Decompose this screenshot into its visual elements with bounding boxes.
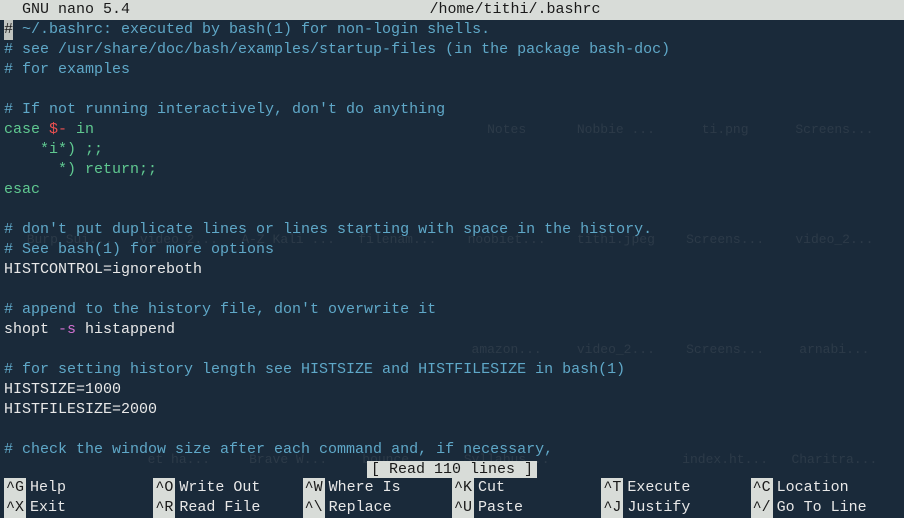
- code-line[interactable]: HISTFILESIZE=2000: [4, 400, 900, 420]
- code-line[interactable]: # ~/.bashrc: executed by bash(1) for non…: [4, 20, 900, 40]
- code-line[interactable]: case $- in: [4, 120, 900, 140]
- code-segment: in: [67, 121, 94, 138]
- code-segment: #: [4, 20, 13, 40]
- code-line[interactable]: [4, 200, 900, 220]
- code-segment: ;;: [139, 161, 157, 178]
- shortcut-key: ^K: [452, 478, 474, 498]
- code-segment: esac: [4, 181, 40, 198]
- shortcut-item[interactable]: ^/Go To Line: [751, 498, 900, 518]
- shortcut-key: ^W: [303, 478, 325, 498]
- code-segment: # for setting history length see HISTSIZ…: [4, 361, 625, 378]
- code-line[interactable]: # for examples: [4, 60, 900, 80]
- code-segment: -s: [58, 321, 76, 338]
- shortcut-key: ^/: [751, 498, 773, 518]
- code-segment: # don't put duplicate lines or lines sta…: [4, 221, 652, 238]
- code-line[interactable]: [4, 420, 900, 440]
- shortcut-label: Read File: [175, 498, 260, 518]
- code-segment: $-: [49, 121, 67, 138]
- status-line: [ Read 110 lines ]: [0, 460, 904, 480]
- code-segment: case: [4, 121, 49, 138]
- code-segment: HISTSIZE=1000: [4, 381, 121, 398]
- code-segment: # see /usr/share/doc/bash/examples/start…: [4, 41, 670, 58]
- code-segment: histappend: [76, 321, 175, 338]
- code-line[interactable]: esac: [4, 180, 900, 200]
- code-line[interactable]: HISTSIZE=1000: [4, 380, 900, 400]
- code-segment: HISTFILESIZE=2000: [4, 401, 157, 418]
- shortcut-label: Replace: [325, 498, 392, 518]
- code-line[interactable]: shopt -s histappend: [4, 320, 900, 340]
- shortcut-label: Go To Line: [773, 498, 867, 518]
- code-line[interactable]: [4, 80, 900, 100]
- app-name: GNU nano 5.4: [4, 0, 130, 20]
- code-line[interactable]: # See bash(1) for more options: [4, 240, 900, 260]
- shortcut-item[interactable]: ^\Replace: [303, 498, 452, 518]
- shortcut-item[interactable]: ^TExecute: [601, 478, 750, 498]
- code-line[interactable]: *i*) ;;: [4, 140, 900, 160]
- shortcut-key: ^R: [153, 498, 175, 518]
- shortcut-label: Execute: [623, 478, 690, 498]
- code-segment: ~/.bashrc: executed by bash(1) for non-l…: [13, 21, 490, 38]
- code-line[interactable]: [4, 280, 900, 300]
- code-line[interactable]: [4, 340, 900, 360]
- code-line[interactable]: # for setting history length see HISTSIZ…: [4, 360, 900, 380]
- code-line[interactable]: # see /usr/share/doc/bash/examples/start…: [4, 40, 900, 60]
- shortcut-item[interactable]: ^JJustify: [601, 498, 750, 518]
- shortcut-item[interactable]: ^WWhere Is: [303, 478, 452, 498]
- code-segment: HISTCONTROL=ignoreboth: [4, 261, 202, 278]
- shortcut-label: Exit: [26, 498, 66, 518]
- shortcut-item[interactable]: ^CLocation: [751, 478, 900, 498]
- shortcut-key: ^X: [4, 498, 26, 518]
- shortcut-key: ^C: [751, 478, 773, 498]
- code-segment: # for examples: [4, 61, 130, 78]
- code-line[interactable]: # If not running interactively, don't do…: [4, 100, 900, 120]
- code-segment: shopt: [4, 321, 58, 338]
- shortcut-item[interactable]: ^RRead File: [153, 498, 302, 518]
- code-line[interactable]: HISTCONTROL=ignoreboth: [4, 260, 900, 280]
- shortcut-bar: ^GHelp^OWrite Out^WWhere Is^KCut^TExecut…: [0, 478, 904, 518]
- code-segment: # If not running interactively, don't do…: [4, 101, 445, 118]
- code-line[interactable]: # check the window size after each comma…: [4, 440, 900, 460]
- nano-titlebar: GNU nano 5.4 /home/tithi/.bashrc: [0, 0, 904, 20]
- shortcut-item[interactable]: ^OWrite Out: [153, 478, 302, 498]
- shortcut-key: ^T: [601, 478, 623, 498]
- shortcut-key: ^\: [303, 498, 325, 518]
- code-segment: [4, 161, 58, 178]
- status-message: [ Read 110 lines ]: [367, 461, 537, 478]
- shortcut-label: Help: [26, 478, 66, 498]
- code-segment: return: [85, 161, 139, 178]
- code-segment: # append to the history file, don't over…: [4, 301, 436, 318]
- code-segment: *i*) ;;: [40, 141, 103, 158]
- code-line[interactable]: # append to the history file, don't over…: [4, 300, 900, 320]
- code-segment: # See bash(1) for more options: [4, 241, 274, 258]
- code-segment: *): [58, 161, 85, 178]
- code-line[interactable]: *) return;;: [4, 160, 900, 180]
- shortcut-label: Justify: [623, 498, 690, 518]
- code-line[interactable]: # don't put duplicate lines or lines sta…: [4, 220, 900, 240]
- shortcut-item[interactable]: ^GHelp: [4, 478, 153, 498]
- shortcut-key: ^G: [4, 478, 26, 498]
- shortcut-key: ^U: [452, 498, 474, 518]
- code-segment: # check the window size after each comma…: [4, 441, 553, 458]
- shortcut-item[interactable]: ^KCut: [452, 478, 601, 498]
- file-path: /home/tithi/.bashrc: [130, 0, 900, 20]
- shortcut-label: Cut: [474, 478, 505, 498]
- shortcut-key: ^J: [601, 498, 623, 518]
- shortcut-label: Location: [773, 478, 849, 498]
- shortcut-label: Where Is: [325, 478, 401, 498]
- shortcut-label: Write Out: [175, 478, 260, 498]
- shortcut-key: ^O: [153, 478, 175, 498]
- shortcut-item[interactable]: ^XExit: [4, 498, 153, 518]
- shortcut-item[interactable]: ^UPaste: [452, 498, 601, 518]
- editor-area[interactable]: # ~/.bashrc: executed by bash(1) for non…: [0, 20, 904, 460]
- shortcut-label: Paste: [474, 498, 523, 518]
- code-segment: [4, 141, 40, 158]
